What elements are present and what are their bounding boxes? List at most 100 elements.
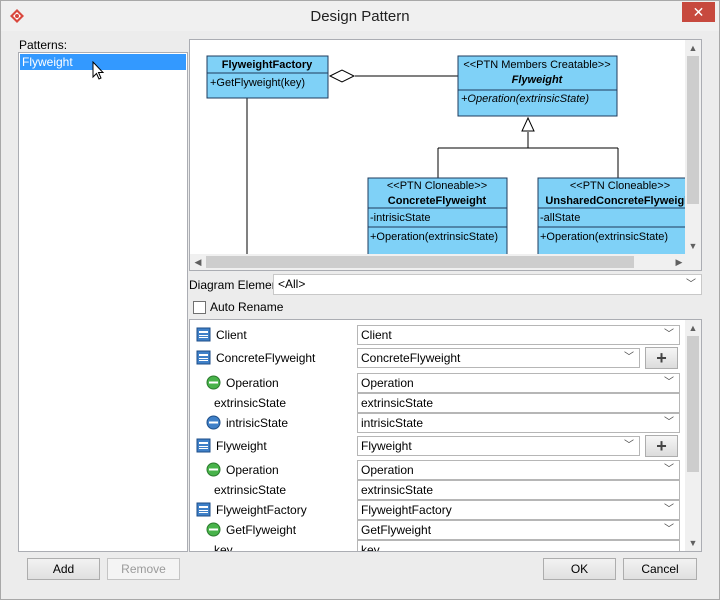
operation-icon [206,522,221,537]
design-pattern-dialog: Design Pattern ✕ Patterns: Flyweight Fly… [0,0,720,600]
flyweight-name: Flyweight [512,74,564,86]
close-button[interactable]: ✕ [682,2,715,22]
mapping-row: key key [190,539,686,552]
add-mapping-button[interactable]: + [645,347,678,369]
chevron-down-icon: ﹀ [624,352,634,363]
scroll-down-icon[interactable]: ▼ [685,535,701,551]
chevron-down-icon: ﹀ [664,504,674,515]
mouse-cursor-icon [92,61,105,80]
mapping-select[interactable]: Operation ﹀ [357,460,680,480]
mapping-input[interactable]: key [357,540,680,552]
window-title: Design Pattern [310,8,410,25]
mapping-value: Flyweight [361,439,412,453]
chevron-down-icon: ﹀ [664,417,674,428]
mapping-select[interactable]: Flyweight ﹀ [357,436,640,456]
chevron-down-icon: ﹀ [624,440,634,451]
chevron-down-icon: ﹀ [664,329,674,340]
diagram-vertical-thumb[interactable] [687,56,699,204]
mapping-value: ConcreteFlyweight [361,351,461,365]
mapping-value: FlyweightFactory [361,503,452,517]
mapping-row: Flyweight Flyweight ﹀ + [190,435,686,457]
chevron-down-icon: ﹀ [664,524,674,535]
mapping-input[interactable]: extrinsicState [357,393,680,413]
mapping-select[interactable]: Client ﹀ [357,325,680,345]
mapping-label: ConcreteFlyweight [216,351,316,365]
mapping-select[interactable]: FlyweightFactory ﹀ [357,500,680,520]
class-concrete-flyweight[interactable]: <<PTN Cloneable>> ConcreteFlyweight -int… [367,177,508,254]
mapping-label: extrinsicState [214,483,287,497]
mapping-label: GetFlyweight [226,523,297,537]
mapping-value: key [361,543,380,552]
unshared-name: UnsharedConcreteFlyweight [545,195,687,207]
concrete-operation: +Operation(extrinsicState) [370,231,498,243]
mapping-row: ConcreteFlyweight ConcreteFlyweight ﹀ + [190,347,686,369]
mapping-label: FlyweightFactory [216,503,307,517]
mapping-label: Client [216,328,247,342]
mapping-label: key [214,543,233,552]
scroll-down-icon[interactable]: ▼ [685,238,701,254]
factory-name: FlyweightFactory [222,59,313,71]
class-unshared-concrete-flyweight[interactable]: <<PTN Cloneable>> UnsharedConcreteFlywei… [537,177,687,254]
scroll-corner [685,254,701,270]
add-mapping-button[interactable]: + [645,435,678,457]
concrete-name: ConcreteFlyweight [388,195,487,207]
mapping-value: Client [361,328,392,342]
patterns-list[interactable]: Flyweight [18,52,188,552]
attribute-icon [206,415,221,430]
mapping-select[interactable]: GetFlyweight ﹀ [357,520,680,540]
scroll-left-icon[interactable]: ◀ [190,254,206,270]
generalization-arrow [521,116,535,132]
remove-button[interactable]: Remove [107,558,180,580]
chevron-down-icon: ﹀ [686,279,696,290]
mapping-label: extrinsicState [214,396,287,410]
chevron-down-icon: ﹀ [664,464,674,475]
class-icon [196,502,211,517]
diagram-horizontal-scrollbar[interactable]: ◀ ▶ [190,254,687,270]
mapping-row: GetFlyweight GetFlyweight ﹀ [190,519,686,541]
diagram-vertical-scrollbar[interactable]: ▲ ▼ [685,40,701,254]
concrete-attribute: -intrisicState [370,212,431,224]
unshared-attribute: -allState [540,212,580,224]
mapping-value: extrinsicState [361,483,434,497]
scroll-up-icon[interactable]: ▲ [685,320,701,336]
mapping-row: extrinsicState extrinsicState [190,392,686,414]
mapping-label: intrisicState [226,416,289,430]
class-flyweight[interactable]: <<PTN Members Creatable>> Flyweight +Ope… [457,55,618,117]
flyweight-stereotype: <<PTN Members Creatable>> [463,59,610,71]
ok-button[interactable]: OK [543,558,616,580]
mapping-label: Operation [226,376,279,390]
unshared-stereotype: <<PTN Cloneable>> [570,180,670,192]
factory-operation: +GetFlyweight(key) [210,77,305,89]
operation-icon [206,375,221,390]
mapping-select[interactable]: Operation ﹀ [357,373,680,393]
diagram-element-label: Diagram Element [189,278,282,292]
class-icon [196,350,211,365]
chevron-down-icon: ﹀ [664,377,674,388]
diagram-element-value: <All> [278,277,306,291]
class-flyweight-factory[interactable]: FlyweightFactory +GetFlyweight(key) [206,55,329,99]
mapping-value: extrinsicState [361,396,434,410]
mapping-label: Flyweight [216,439,267,453]
unshared-operation: +Operation(extrinsicState) [540,231,668,243]
auto-rename-label: Auto Rename [210,300,284,314]
add-button[interactable]: Add [27,558,100,580]
mapping-select[interactable]: ConcreteFlyweight ﹀ [357,348,640,368]
mapping-row: FlyweightFactory FlyweightFactory ﹀ [190,499,686,521]
mapping-value: Operation [361,463,414,477]
diagram-horizontal-thumb[interactable] [206,256,634,268]
cancel-button[interactable]: Cancel [623,558,697,580]
operation-icon [206,462,221,477]
diagram-element-select[interactable]: <All> ﹀ [273,274,702,295]
element-mapping-list[interactable]: ▲ ▼ Client Client ﹀ ConcreteFlyweight Concre… [189,319,702,552]
auto-rename-checkbox[interactable] [193,301,206,314]
mapping-row: Client Client ﹀ [190,324,686,346]
mapping-vertical-scrollbar[interactable]: ▲ ▼ [685,320,701,551]
diagram-preview[interactable]: FlyweightFactory +GetFlyweight(key) <<PT… [189,39,702,271]
scroll-up-icon[interactable]: ▲ [685,40,701,56]
mapping-vertical-thumb[interactable] [687,336,699,472]
mapping-row: extrinsicState extrinsicState [190,479,686,501]
mapping-select[interactable]: intrisicState ﹀ [357,413,680,433]
mapping-input[interactable]: extrinsicState [357,480,680,500]
mapping-row: Operation Operation ﹀ [190,372,686,394]
aggregation-diamond [328,69,356,83]
